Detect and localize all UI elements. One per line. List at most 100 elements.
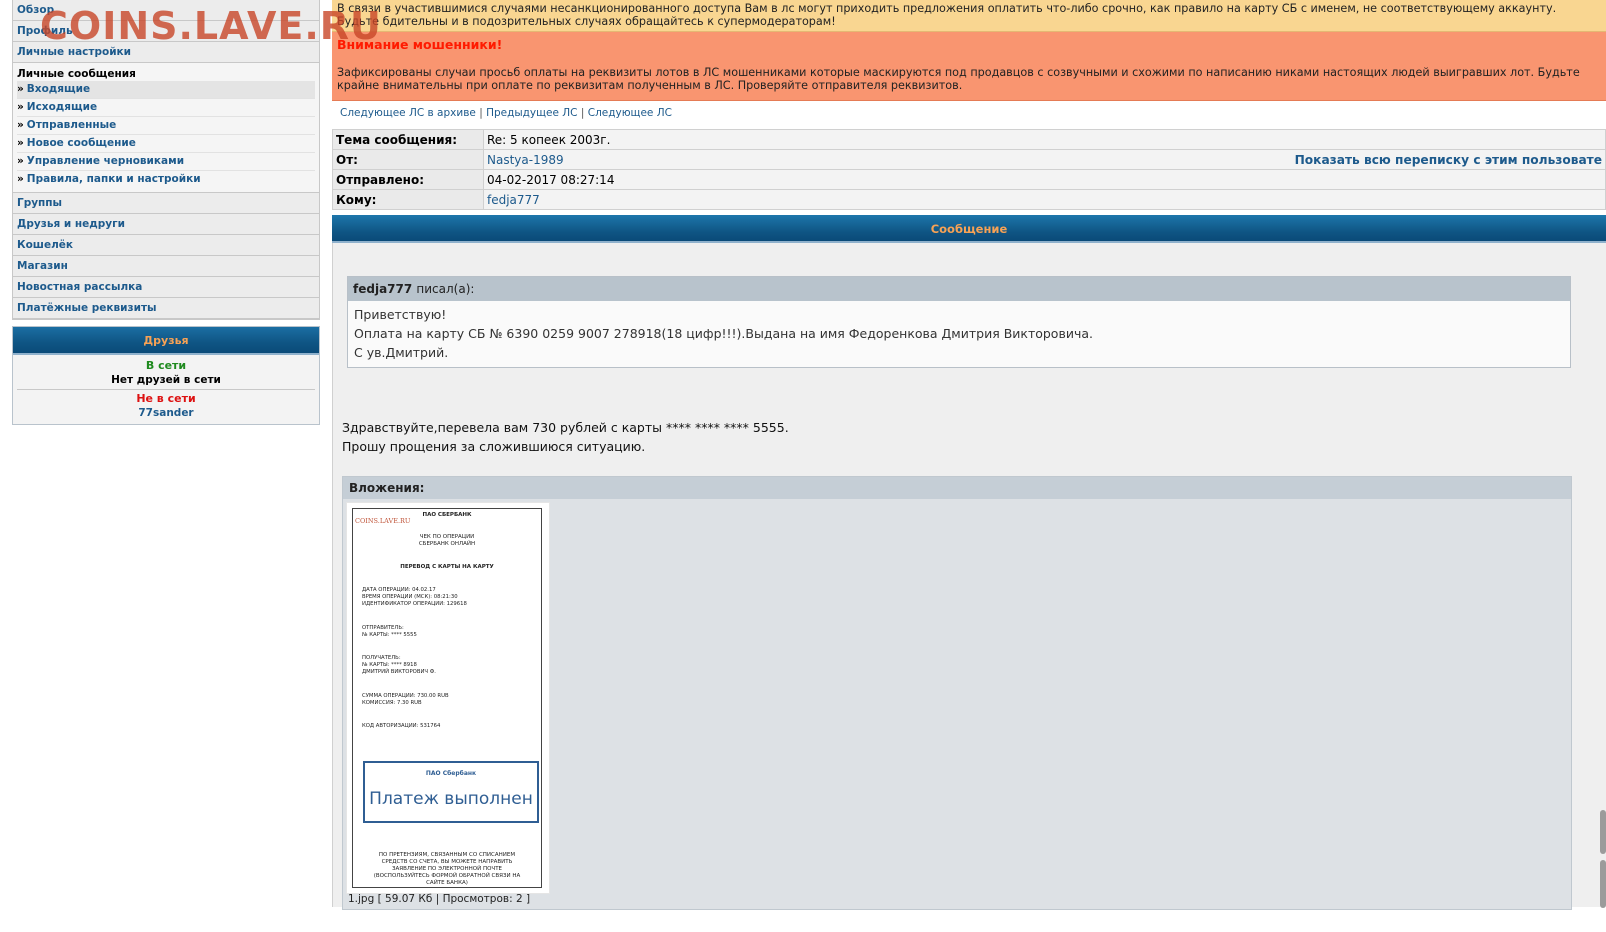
sent-value: 04-02-2017 08:27:14 [483, 169, 1606, 190]
friend-link[interactable]: 77sander [138, 407, 193, 419]
receipt-stamp-status: Платеж выполнен [369, 789, 533, 809]
receipt-check-line: ЧЕК ПО ОПЕРАЦИИ [419, 534, 475, 540]
fraud-warning-banner: Внимание мошенники! Зафиксированы случаи… [332, 32, 1606, 101]
meta-row-to: Кому: fedja777 [332, 189, 1606, 210]
reply-text: Здравствуйте,перевела вам 730 рублей с к… [342, 418, 789, 456]
bullet-icon: » [17, 119, 24, 131]
sidebar-item-rules-label[interactable]: Правила, папки и настройки [27, 173, 201, 185]
meta-row-sent: Отправлено: 04-02-2017 08:27:14 [332, 169, 1606, 190]
sidebar-item-new-message[interactable]: » Новое сообщение [17, 135, 315, 153]
scrollbar-thumb[interactable] [1600, 860, 1606, 908]
sidebar-item-profile[interactable]: Профиль [13, 21, 319, 42]
pm-section-title: Личные сообщения [17, 68, 136, 80]
sidebar-item-wallet[interactable]: Кошелёк [13, 235, 319, 256]
receipt-time: ВРЕМЯ ОПЕРАЦИИ (МСК): 08:21:30 [362, 594, 458, 600]
quote-wrote-label: писал(а): [416, 282, 475, 296]
friends-title: Друзья [13, 327, 319, 355]
message-header-bar: Сообщение [332, 215, 1606, 243]
sidebar-item-sent-label[interactable]: Отправленные [27, 119, 116, 131]
sidebar-item-outbox[interactable]: » Исходящие [17, 99, 315, 117]
receipt-footer-line: ЗАЯВЛЕНИЕ ПО ЭЛЕКТРОННОЙ ПОЧТЕ [391, 866, 503, 872]
receipt-check-line: СБЕРБАНК ОНЛАЙН [418, 541, 476, 547]
receipt-recipient-name: ДМИТРИЙ ВИКТОРОВИЧ Ф. [362, 669, 436, 675]
sidebar-item-friends-foes[interactable]: Друзья и недруги [13, 214, 319, 235]
receipt-fee: КОМИССИЯ: 7.30 RUB [362, 700, 422, 706]
sidebar: Обзор Профиль Личные настройки Личные со… [12, 0, 320, 425]
sidebar-item-sent[interactable]: » Отправленные [17, 117, 315, 135]
receipt-sender-card: № КАРТЫ: **** 5555 [362, 632, 417, 638]
fraud-warning-text: Зафиксированы случаи просьб оплаты на ре… [337, 66, 1580, 92]
receipt-image: COINS.LAVE.RU ПАО СБЕРБАНК ЧЕК ПО ОПЕРАЦ… [352, 508, 542, 888]
show-conversation-link[interactable]: Показать всю переписку с этим пользовате [1295, 153, 1602, 167]
sidebar-item-new-message-label[interactable]: Новое сообщение [27, 137, 136, 149]
quote-body: Приветствую! Оплата на карту СБ № 6390 0… [348, 301, 1570, 367]
next-archive-pm-link[interactable]: Следующее ЛС в архиве [340, 107, 476, 119]
nav-separator: | [580, 107, 585, 119]
receipt-op-title: ПЕРЕВОД С КАРТЫ НА КАРТУ [400, 564, 494, 570]
pm-section: Личные сообщения » Входящие » Исходящие » О… [13, 63, 319, 193]
friends-online-label: В сети [145, 359, 187, 372]
bullet-icon: » [17, 137, 24, 149]
sidebar-item-drafts-label[interactable]: Управление черновиками [27, 155, 184, 167]
subject-value: Re: 5 копеек 2003г. [483, 129, 1606, 150]
sidebar-item-shop[interactable]: Магазин [13, 256, 319, 277]
from-label: От: [332, 149, 484, 170]
meta-row-subject: Тема сообщения: Re: 5 копеек 2003г. [332, 129, 1606, 150]
receipt-op-id: ИДЕНТИФИКАТОР ОПЕРАЦИИ: 129618 [362, 601, 467, 607]
sidebar-item-personal-settings[interactable]: Личные настройки [13, 42, 319, 63]
sidebar-item-inbox[interactable]: » Входящие [17, 81, 315, 99]
sidebar-item-inbox-label[interactable]: Входящие [27, 83, 90, 95]
to-cell: fedja777 [483, 189, 1606, 210]
sidebar-item-outbox-label[interactable]: Исходящие [27, 101, 97, 113]
sidebar-item-groups[interactable]: Группы [13, 193, 319, 214]
prev-pm-link[interactable]: Предыдущее ЛС [486, 107, 577, 119]
message-meta-table: Тема сообщения: Re: 5 копеек 2003г. От: … [332, 129, 1606, 210]
next-pm-link[interactable]: Следующее ЛС [588, 107, 672, 119]
from-cell: Nastya-1989 Показать всю переписку с эти… [483, 149, 1606, 170]
receipt-footer-line: ПО ПРЕТЕНЗИЯМ, СВЯЗАННЫМ СО СПИСАНИЕМ [378, 852, 516, 858]
sidebar-item-drafts[interactable]: » Управление черновиками [17, 153, 315, 171]
attachment-thumbnail[interactable]: COINS.LAVE.RU ПАО СБЕРБАНК ЧЕК ПО ОПЕРАЦ… [347, 503, 549, 893]
subject-label: Тема сообщения: [332, 129, 484, 150]
receipt-recipient-card: № КАРТЫ: **** 8918 [362, 662, 417, 668]
quote-block: fedja777 писал(а): Приветствую! Оплата н… [347, 276, 1571, 368]
quote-line: Оплата на карту СБ № 6390 0259 9007 2789… [354, 326, 1093, 341]
quote-line: С ув.Дмитрий. [354, 345, 449, 360]
receipt-amount: СУММА ОПЕРАЦИИ: 730.00 RUB [362, 693, 449, 699]
sidebar-menu: Обзор Профиль Личные настройки Личные со… [12, 0, 320, 320]
nav-separator: | [479, 107, 483, 119]
reply-line: Здравствуйте,перевела вам 730 рублей с к… [342, 420, 789, 435]
sidebar-item-rules[interactable]: » Правила, папки и настройки [17, 171, 315, 188]
access-warning-banner: В связи в участившимися случаями несанкц… [332, 0, 1606, 32]
friends-divider [17, 389, 315, 390]
sidebar-item-payment-details[interactable]: Платёжные реквизиты [13, 298, 319, 319]
friends-panel: Друзья В сети Нет друзей в сети Не в сет… [12, 326, 320, 425]
to-user-link[interactable]: fedja777 [487, 193, 540, 207]
from-user-link[interactable]: Nastya-1989 [487, 153, 564, 167]
receipt-recipient-label: ПОЛУЧАТЕЛЬ: [362, 655, 401, 661]
receipt-date: ДАТА ОПЕРАЦИИ: 04.02.17 [362, 587, 436, 593]
friend-item[interactable]: 77sander [13, 406, 319, 420]
receipt-footer-line: (ВОСПОЛЬЗУЙТЕСЬ ФОРМОЙ ОБРАТНОЙ СВЯЗИ НА [373, 873, 521, 879]
quote-author: fedja777 [353, 282, 413, 296]
meta-row-from: От: Nastya-1989 Показать всю переписку с… [332, 149, 1606, 170]
fraud-warning-title: Внимание мошенники! [337, 37, 503, 52]
sidebar-item-newsletter[interactable]: Новостная рассылка [13, 277, 319, 298]
receipt-bank: ПАО СБЕРБАНК [422, 512, 472, 518]
receipt-sender-label: ОТПРАВИТЕЛЬ: [362, 625, 404, 631]
message-body: fedja777 писал(а): Приветствую! Оплата н… [332, 243, 1606, 910]
attachment-file-info: 1.jpg [ 59.07 Кб | Просмотров: 2 ] [348, 893, 531, 905]
sent-label: Отправлено: [332, 169, 484, 190]
receipt-footer-line: САЙТЕ БАНКА) [426, 880, 468, 886]
attachments-title: Вложения: [343, 477, 1571, 499]
friends-offline-label: Не в сети [136, 392, 196, 405]
friends-online-empty: Нет друзей в сети [111, 374, 221, 386]
attachments-block: Вложения: COINS.LAVE.RU ПАО СБЕРБАНК ЧЕК… [342, 476, 1572, 910]
receipt-auth-code: КОД АВТОРИЗАЦИИ: 531764 [362, 723, 441, 729]
scrollbar-thumb[interactable] [1600, 810, 1606, 854]
sidebar-item-overview[interactable]: Обзор [13, 0, 319, 21]
receipt-footer-line: СРЕДСТВ СО СЧЕТА, ВЫ МОЖЕТЕ НАПРАВИТЬ [381, 859, 513, 865]
bullet-icon: » [17, 83, 24, 95]
bullet-icon: » [17, 101, 24, 113]
main-content: В связи в участившимися случаями несанкц… [332, 0, 1606, 932]
